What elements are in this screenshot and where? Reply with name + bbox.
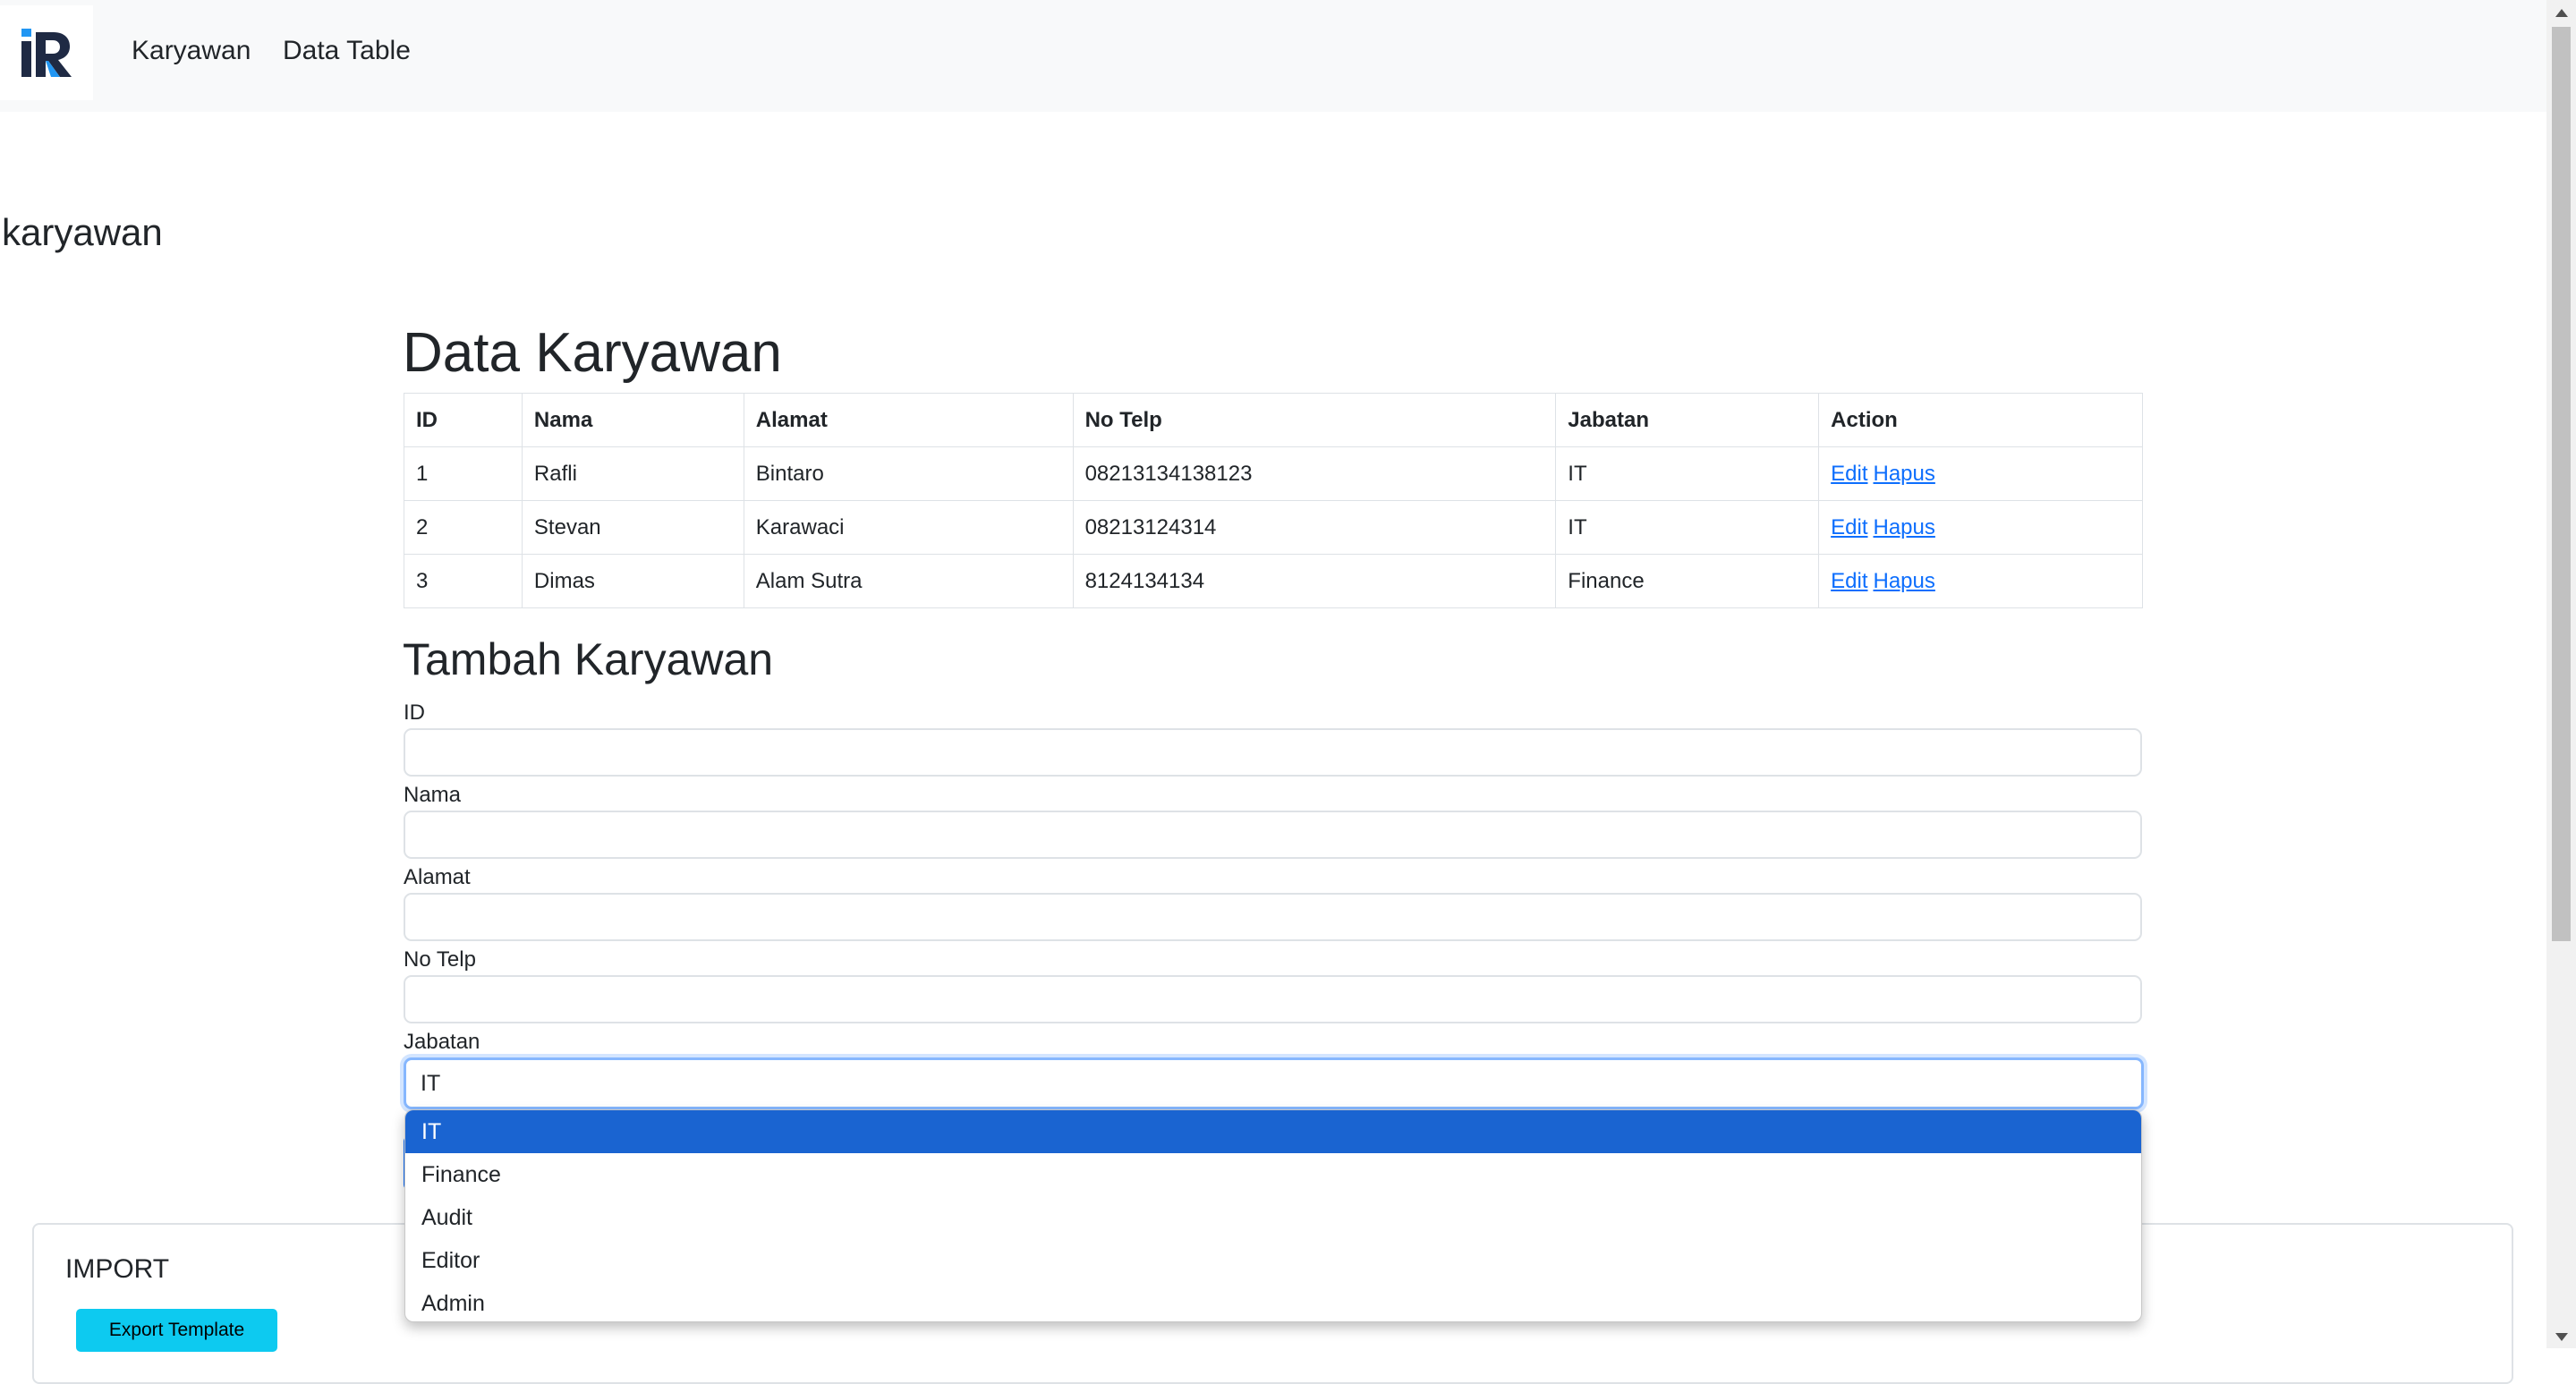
- edit-link[interactable]: Edit: [1831, 462, 1867, 486]
- delete-link[interactable]: Hapus: [1874, 515, 1935, 539]
- cell-nama: Stevan: [521, 500, 744, 555]
- nama-label: Nama: [404, 783, 462, 807]
- scroll-down-icon[interactable]: [2555, 1333, 2568, 1341]
- cell-action: Edit Hapus: [1818, 446, 2143, 501]
- export-template-button[interactable]: Export Template: [76, 1309, 277, 1352]
- nav-link-karyawan[interactable]: Karyawan: [132, 36, 251, 66]
- nav-link-data-table[interactable]: Data Table: [283, 36, 411, 66]
- delete-link[interactable]: Hapus: [1874, 569, 1935, 593]
- alamat-field[interactable]: [404, 893, 2142, 941]
- import-title: IMPORT: [65, 1254, 170, 1284]
- brand-logo[interactable]: [0, 5, 93, 100]
- delete-link[interactable]: Hapus: [1874, 462, 1935, 486]
- cell-jabatan: IT: [1555, 500, 1820, 555]
- cell-alamat: Karawaci: [743, 500, 1074, 555]
- no-telp-field[interactable]: [404, 975, 2142, 1023]
- column-header-id: ID: [404, 393, 523, 447]
- cell-alamat: Bintaro: [743, 446, 1074, 501]
- cell-alamat: Alam Sutra: [743, 554, 1074, 608]
- cell-jabatan: Finance: [1555, 554, 1820, 608]
- cell-jabatan: IT: [1555, 446, 1820, 501]
- dropdown-option-it[interactable]: IT: [405, 1110, 2141, 1153]
- cell-no-telp: 08213124314: [1072, 500, 1557, 555]
- table-row: 3 Dimas Alam Sutra 8124134134 Finance Ed…: [404, 554, 2143, 608]
- column-header-no-telp: No Telp: [1072, 393, 1557, 447]
- table-row: 2 Stevan Karawaci 08213124314 IT Edit Hap…: [404, 500, 2143, 555]
- cell-nama: Dimas: [521, 554, 744, 608]
- cell-id: 2: [404, 500, 523, 555]
- dropdown-option-admin[interactable]: Admin: [405, 1282, 2141, 1321]
- table-row: 1 Rafli Bintaro 08213134138123 IT Edit Ha…: [404, 446, 2143, 501]
- scroll-up-icon[interactable]: [2555, 9, 2568, 17]
- dropdown-option-finance[interactable]: Finance: [405, 1153, 2141, 1196]
- table-header-row: ID Nama Alamat No Telp Jabatan Action: [404, 393, 2143, 447]
- column-header-jabatan: Jabatan: [1555, 393, 1820, 447]
- id-label: ID: [404, 700, 425, 725]
- column-header-alamat: Alamat: [743, 393, 1074, 447]
- jabatan-dropdown-list: IT Finance Audit Editor Admin: [404, 1109, 2142, 1322]
- no-telp-label: No Telp: [404, 947, 476, 972]
- page-heading: karyawan: [2, 211, 163, 253]
- jabatan-label: Jabatan: [404, 1030, 480, 1054]
- scrollbar-thumb[interactable]: [2552, 27, 2571, 941]
- column-header-action: Action: [1818, 393, 2143, 447]
- cell-no-telp: 8124134134: [1072, 554, 1557, 608]
- navbar: Karyawan Data Table: [0, 0, 2546, 112]
- tambah-karyawan-title: Tambah Karyawan: [403, 634, 774, 684]
- cell-id: 1: [404, 446, 523, 501]
- ir-logo-icon: [21, 29, 72, 77]
- cell-nama: Rafli: [521, 446, 744, 501]
- alamat-label: Alamat: [404, 865, 471, 889]
- id-field[interactable]: [404, 728, 2142, 777]
- edit-link[interactable]: Edit: [1831, 515, 1867, 539]
- dropdown-option-audit[interactable]: Audit: [405, 1196, 2141, 1239]
- jabatan-select[interactable]: IT: [404, 1057, 2144, 1109]
- nama-field[interactable]: [404, 811, 2142, 859]
- cell-id: 3: [404, 554, 523, 608]
- edit-link[interactable]: Edit: [1831, 569, 1867, 593]
- employee-table: ID Nama Alamat No Telp Jabatan Action 1 …: [404, 393, 2143, 608]
- data-karyawan-title: Data Karyawan: [403, 322, 782, 384]
- cell-action: Edit Hapus: [1818, 554, 2143, 608]
- column-header-nama: Nama: [521, 393, 744, 447]
- page-scrollbar[interactable]: [2546, 0, 2576, 1348]
- cell-action: Edit Hapus: [1818, 500, 2143, 555]
- dropdown-option-editor[interactable]: Editor: [405, 1239, 2141, 1282]
- cell-no-telp: 08213134138123: [1072, 446, 1557, 501]
